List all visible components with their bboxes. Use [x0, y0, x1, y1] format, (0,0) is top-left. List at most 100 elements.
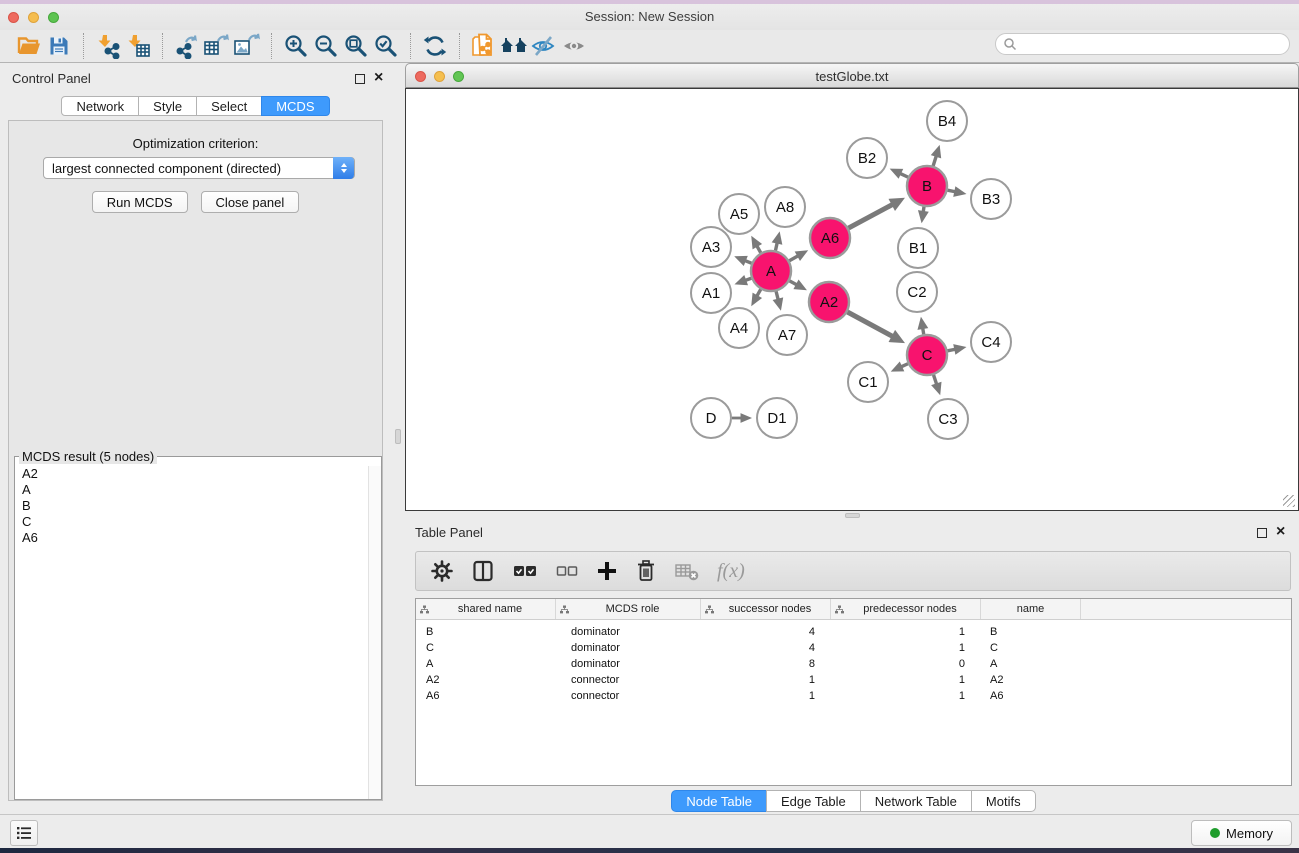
hide-graphics-details-icon[interactable] [529, 32, 559, 60]
first-neighbors-icon[interactable] [499, 32, 529, 60]
export-network-icon[interactable] [172, 32, 202, 60]
table-cell[interactable]: A6 [416, 690, 556, 702]
table-cell[interactable]: B [416, 626, 556, 638]
graph-node-C2[interactable]: C2 [897, 272, 937, 312]
graph-node-A[interactable]: A [751, 251, 791, 291]
table-cell[interactable]: 1 [701, 674, 831, 686]
control-panel-float-icon[interactable] [355, 74, 365, 84]
import-network-icon[interactable] [93, 32, 123, 60]
table-cell[interactable]: A2 [981, 674, 1081, 686]
table-cell[interactable]: 4 [701, 626, 831, 638]
vertical-split-handle[interactable] [845, 513, 860, 518]
tab-mcds[interactable]: MCDS [261, 96, 329, 116]
table-cell[interactable]: 4 [701, 642, 831, 654]
table-row[interactable]: A2connector11A2 [416, 672, 1291, 688]
table-cell[interactable]: connector [556, 674, 701, 686]
horizontal-split-handle[interactable] [395, 429, 401, 444]
result-list-item[interactable]: A6 [15, 530, 368, 546]
tab-select[interactable]: Select [196, 96, 262, 116]
graph-node-B2[interactable]: B2 [847, 138, 887, 178]
graph-node-B4[interactable]: B4 [927, 101, 967, 141]
deselect-all-rows-icon[interactable] [555, 557, 579, 585]
graph-node-D[interactable]: D [691, 398, 731, 438]
table-cell[interactable]: dominator [556, 642, 701, 654]
table-cell[interactable]: 1 [831, 674, 981, 686]
delete-rows-icon[interactable] [635, 557, 657, 585]
zoom-selected-icon[interactable] [371, 32, 401, 60]
show-columns-icon[interactable] [471, 557, 495, 585]
zoom-fit-icon[interactable] [341, 32, 371, 60]
add-row-icon[interactable] [596, 557, 618, 585]
result-list-item[interactable]: A2 [15, 466, 368, 482]
control-panel-close-icon[interactable]: × [374, 73, 383, 83]
select-all-rows-icon[interactable] [512, 557, 538, 585]
graph-node-A8[interactable]: A8 [765, 187, 805, 227]
table-cell[interactable]: C [416, 642, 556, 654]
column-header-name[interactable]: name [981, 599, 1081, 619]
memory-button[interactable]: Memory [1191, 820, 1292, 846]
table-cell[interactable]: C [981, 642, 1081, 654]
graph-node-C4[interactable]: C4 [971, 322, 1011, 362]
table-cell[interactable]: A [416, 658, 556, 670]
graph-node-D1[interactable]: D1 [757, 398, 797, 438]
graph-node-C1[interactable]: C1 [848, 362, 888, 402]
table-cell[interactable]: 8 [701, 658, 831, 670]
column-header-shared-name[interactable]: shared name [416, 599, 556, 619]
zoom-out-icon[interactable] [311, 32, 341, 60]
delete-table-icon[interactable] [674, 557, 700, 585]
table-cell[interactable]: A2 [416, 674, 556, 686]
export-table-icon[interactable] [202, 32, 232, 60]
table-row[interactable]: Bdominator41B [416, 624, 1291, 640]
table-cell[interactable]: B [981, 626, 1081, 638]
graph-node-A4[interactable]: A4 [719, 308, 759, 348]
search-input[interactable] [1017, 35, 1289, 53]
table-row[interactable]: Adominator80A [416, 656, 1291, 672]
import-table-icon[interactable] [123, 32, 153, 60]
tab-node-table[interactable]: Node Table [671, 790, 767, 812]
search-field[interactable] [995, 33, 1290, 55]
table-settings-icon[interactable] [430, 557, 454, 585]
graph-node-C[interactable]: C [907, 335, 947, 375]
table-cell[interactable]: dominator [556, 658, 701, 670]
new-network-from-selection-icon[interactable] [469, 32, 499, 60]
window-resize-grip[interactable] [1283, 495, 1295, 507]
function-builder-icon[interactable]: f(x) [717, 557, 745, 585]
column-header-MCDS-role[interactable]: MCDS role [556, 599, 701, 619]
tab-style[interactable]: Style [138, 96, 197, 116]
table-panel-close-icon[interactable]: × [1276, 527, 1285, 537]
table-cell[interactable]: A6 [981, 690, 1081, 702]
table-cell[interactable]: 1 [701, 690, 831, 702]
export-image-icon[interactable] [232, 32, 262, 60]
tab-network-table[interactable]: Network Table [860, 790, 972, 812]
graph-node-A1[interactable]: A1 [691, 273, 731, 313]
table-row[interactable]: Cdominator41C [416, 640, 1291, 656]
table-cell[interactable]: connector [556, 690, 701, 702]
table-cell[interactable]: 1 [831, 626, 981, 638]
result-list-scrollbar[interactable] [368, 466, 381, 799]
run-mcds-button[interactable]: Run MCDS [92, 191, 188, 213]
refresh-layout-icon[interactable] [420, 32, 450, 60]
zoom-in-icon[interactable] [281, 32, 311, 60]
tab-network[interactable]: Network [61, 96, 139, 116]
table-cell[interactable]: A [981, 658, 1081, 670]
graph-node-A7[interactable]: A7 [767, 315, 807, 355]
task-history-button[interactable] [10, 820, 38, 846]
result-list-item[interactable]: A [15, 482, 368, 498]
result-list-item[interactable]: C [15, 514, 368, 530]
bird-eye-view-icon[interactable] [559, 32, 589, 60]
network-view-canvas[interactable]: B4B2BB3A5A8A6B1A3AC2A1A2A4A7C4CC1DD1C3 [405, 88, 1299, 511]
column-header-successor-nodes[interactable]: successor nodes [701, 599, 831, 619]
table-cell[interactable]: dominator [556, 626, 701, 638]
close-panel-button[interactable]: Close panel [201, 191, 300, 213]
graph-node-B3[interactable]: B3 [971, 179, 1011, 219]
graph-node-A2[interactable]: A2 [809, 282, 849, 322]
table-cell[interactable]: 0 [831, 658, 981, 670]
table-cell[interactable]: 1 [831, 690, 981, 702]
result-list-item[interactable]: B [15, 498, 368, 514]
graph-node-B1[interactable]: B1 [898, 228, 938, 268]
graph-node-A5[interactable]: A5 [719, 194, 759, 234]
tab-edge-table[interactable]: Edge Table [766, 790, 861, 812]
criterion-dropdown[interactable]: largest connected component (directed) [43, 157, 355, 179]
table-cell[interactable]: 1 [831, 642, 981, 654]
open-file-icon[interactable] [14, 32, 44, 60]
